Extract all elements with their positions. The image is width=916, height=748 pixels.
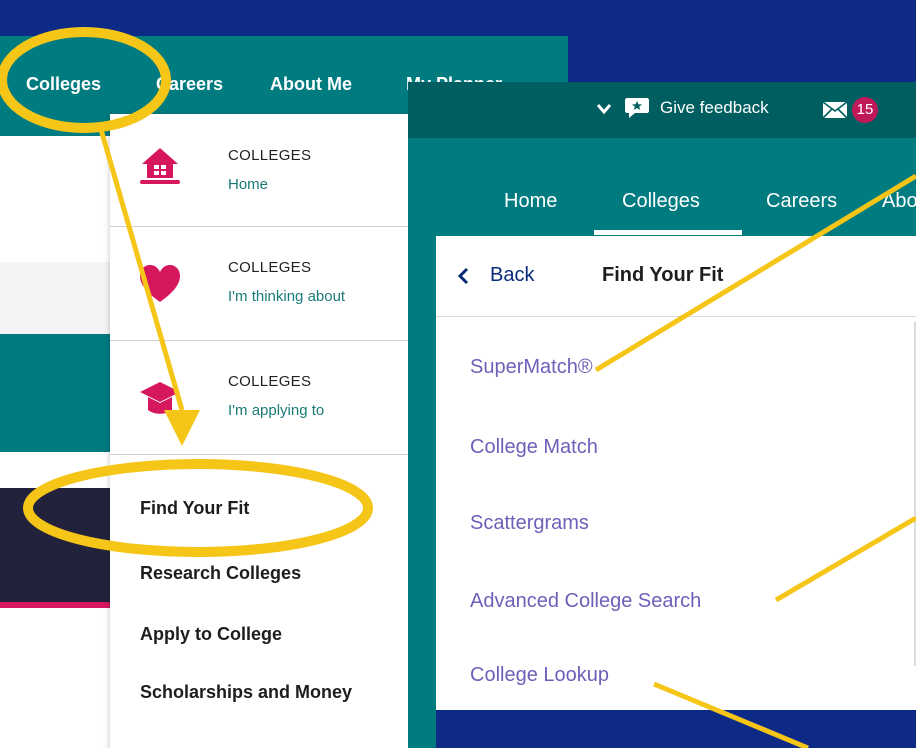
home-icon bbox=[140, 148, 180, 184]
page-background-strip bbox=[436, 710, 916, 748]
menu-link-college-match[interactable]: College Match bbox=[470, 436, 598, 459]
heart-icon bbox=[140, 265, 180, 302]
graduation-cap-icon bbox=[140, 382, 180, 414]
dropdown-card-applying-to[interactable]: COLLEGES I'm applying to bbox=[110, 340, 416, 455]
dropdown-link-scholarships-and-money[interactable]: Scholarships and Money bbox=[140, 682, 352, 703]
menu-link-college-lookup[interactable]: College Lookup bbox=[470, 664, 609, 687]
chevron-left-icon[interactable] bbox=[456, 267, 470, 285]
chevron-down-icon[interactable] bbox=[596, 102, 612, 116]
colleges-dropdown-menu: COLLEGES Home COLLEGES I'm thinking abou… bbox=[110, 114, 416, 748]
dropdown-link-research-colleges[interactable]: Research Colleges bbox=[140, 563, 301, 584]
dropdown-card-sub[interactable]: I'm applying to bbox=[228, 402, 324, 419]
nav-about-me[interactable]: About Me bbox=[270, 74, 352, 95]
active-tab-indicator bbox=[594, 230, 742, 235]
menu-title: Find Your Fit bbox=[602, 264, 724, 286]
dropdown-card-label: COLLEGES bbox=[228, 373, 312, 390]
message-count-badge[interactable]: 15 bbox=[852, 97, 878, 123]
right-screenshot: Give feedback 15 Home Colleges Careers A… bbox=[408, 82, 916, 748]
dropdown-card-sub[interactable]: Home bbox=[228, 176, 268, 193]
nav-colleges-active[interactable]: Colleges bbox=[622, 190, 700, 213]
nav-careers[interactable]: Careers bbox=[156, 74, 223, 95]
dropdown-card-label: COLLEGES bbox=[228, 147, 312, 164]
find-your-fit-menu: Back Find Your Fit SuperMatch® College M… bbox=[436, 236, 916, 748]
dropdown-card-label: COLLEGES bbox=[228, 259, 312, 276]
utility-header-bar: Give feedback 15 bbox=[408, 82, 916, 138]
mail-icon[interactable] bbox=[822, 101, 848, 119]
dropdown-card-home[interactable]: COLLEGES Home bbox=[110, 114, 416, 227]
nav-about-me[interactable]: About Me bbox=[882, 190, 916, 213]
dropdown-card-sub[interactable]: I'm thinking about bbox=[228, 288, 345, 305]
menu-header: Back Find Your Fit bbox=[436, 236, 916, 317]
dropdown-card-thinking-about[interactable]: COLLEGES I'm thinking about bbox=[110, 226, 416, 341]
give-feedback-link[interactable]: Give feedback bbox=[660, 98, 769, 118]
nav-colleges[interactable]: Colleges bbox=[26, 74, 101, 95]
back-button[interactable]: Back bbox=[490, 264, 534, 287]
dropdown-link-apply-to-college[interactable]: Apply to College bbox=[140, 624, 282, 645]
dropdown-link-find-your-fit[interactable]: Find Your Fit bbox=[140, 498, 249, 519]
menu-link-scattergrams[interactable]: Scattergrams bbox=[470, 512, 589, 535]
nav-careers[interactable]: Careers bbox=[766, 190, 837, 213]
nav-home[interactable]: Home bbox=[504, 190, 557, 213]
menu-link-advanced-college-search[interactable]: Advanced College Search bbox=[470, 590, 701, 613]
menu-link-supermatch[interactable]: SuperMatch® bbox=[470, 356, 593, 379]
feedback-icon bbox=[625, 98, 649, 118]
page-strip-accent bbox=[0, 602, 110, 608]
